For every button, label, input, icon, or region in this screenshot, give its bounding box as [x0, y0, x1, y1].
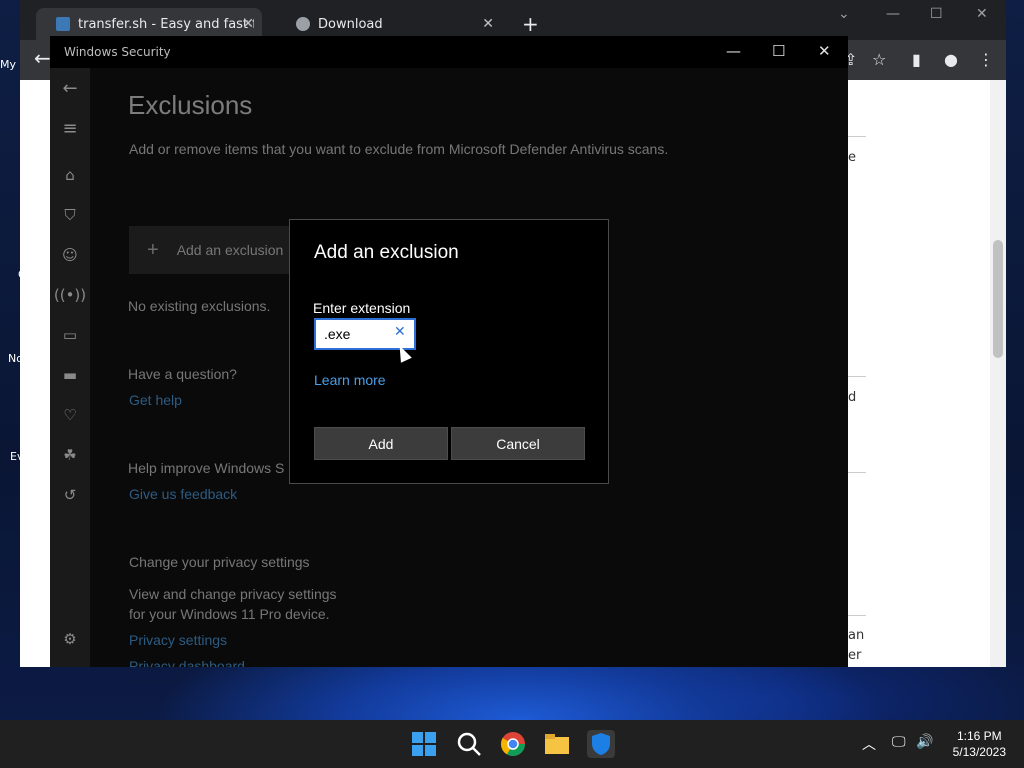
home-icon[interactable]: ⌂ — [50, 166, 90, 184]
close-tab-icon[interactable]: ✕ — [482, 16, 494, 32]
device-health-icon[interactable]: ♡ — [50, 406, 90, 424]
device-security-icon[interactable]: ▬ — [50, 366, 90, 384]
plus-icon: + — [147, 238, 159, 261]
transfer-favicon-icon — [56, 17, 70, 31]
scroll-thumb[interactable] — [993, 240, 1003, 358]
search-icon[interactable] — [455, 730, 483, 758]
page-divider — [846, 615, 866, 616]
page-text-fragment: an — [848, 628, 865, 643]
file-explorer-icon[interactable] — [543, 730, 571, 758]
chrome-tab-strip: transfer.sh - Easy and fast file sha ✕ D… — [20, 0, 1006, 40]
chevron-up-icon[interactable]: ︿ — [862, 734, 876, 754]
new-tab-icon[interactable]: + — [522, 12, 539, 36]
tab-search-chevron-icon[interactable]: ⌄ — [838, 6, 850, 22]
page-divider — [846, 376, 866, 377]
back-arrow-icon[interactable]: ← — [34, 46, 51, 70]
page-text-fragment: e — [848, 150, 856, 165]
minimize-icon[interactable]: — — [886, 6, 900, 22]
page-text-fragment: d — [848, 390, 857, 405]
extension-label: Enter extension — [313, 300, 411, 316]
windows-security-taskbar-icon[interactable] — [587, 730, 615, 758]
tab-title: Download — [318, 16, 383, 32]
privacy-description: View and change privacy settings — [129, 586, 337, 602]
app-browser-icon[interactable]: ▭ — [50, 326, 90, 344]
bookmark-star-icon[interactable]: ☆ — [872, 50, 886, 69]
feedback-link[interactable]: Give us feedback — [129, 486, 237, 502]
page-title: Exclusions — [128, 90, 253, 120]
cancel-button[interactable]: Cancel — [451, 427, 585, 460]
add-exclusion-dialog: Add an exclusion Enter extension ✕ Learn… — [289, 219, 609, 484]
taskbar: ︿ 🖵 🔊 1:16 PM 5/13/2023 — [0, 720, 1024, 768]
privacy-dashboard-link[interactable]: Privacy dashboard — [129, 658, 245, 667]
back-arrow-icon[interactable]: ← — [50, 78, 90, 99]
volume-icon[interactable]: 🔊 — [916, 734, 933, 750]
privacy-description: for your Windows 11 Pro device. — [129, 606, 330, 622]
account-icon[interactable]: ☺ — [50, 246, 90, 264]
navigation-rail: ← ≡ ⌂ ⛉ ☺ ((•)) ▭ ▬ ♡ ☘ ↺ ⚙ — [50, 68, 90, 667]
privacy-settings-link[interactable]: Privacy settings — [129, 632, 227, 648]
clock-date: 5/13/2023 — [952, 745, 1006, 759]
menu-dots-icon[interactable]: ⋮ — [978, 50, 994, 69]
close-icon[interactable]: ✕ — [818, 42, 831, 60]
desktop-icon-label[interactable]: My — [0, 58, 22, 71]
dialog-title: Add an exclusion — [314, 242, 459, 263]
no-exclusions-text: No existing exclusions. — [128, 298, 271, 314]
settings-gear-icon[interactable]: ⚙ — [50, 630, 90, 648]
maximize-icon[interactable]: ☐ — [930, 6, 943, 22]
privacy-heading: Change your privacy settings — [129, 554, 310, 570]
shield-icon[interactable]: ⛉ — [50, 206, 90, 224]
network-icon[interactable]: 🖵 — [892, 734, 906, 750]
family-options-icon[interactable]: ☘ — [50, 446, 90, 464]
page-divider — [846, 472, 866, 473]
profile-icon[interactable]: ● — [944, 50, 958, 69]
chrome-icon[interactable] — [499, 730, 527, 758]
page-scrollbar[interactable] — [990, 80, 1006, 667]
window-title: Windows Security — [64, 45, 171, 59]
question-heading: Have a question? — [128, 366, 237, 382]
maximize-icon[interactable]: ☐ — [772, 42, 785, 60]
learn-more-link[interactable]: Learn more — [314, 372, 386, 388]
clock[interactable]: 1:16 PM 5/13/2023 — [953, 728, 1006, 760]
page-description: Add or remove items that you want to exc… — [129, 141, 669, 157]
globe-icon — [296, 17, 310, 31]
clear-input-icon[interactable]: ✕ — [394, 324, 406, 340]
clock-time: 1:16 PM — [956, 729, 1002, 743]
add-exclusion-label: Add an exclusion — [176, 242, 284, 258]
get-help-link[interactable]: Get help — [129, 392, 182, 408]
hamburger-menu-icon[interactable]: ≡ — [50, 118, 90, 139]
firewall-network-icon[interactable]: ((•)) — [50, 286, 90, 304]
history-icon[interactable]: ↺ — [50, 486, 90, 504]
minimize-icon[interactable]: — — [726, 42, 741, 60]
add-button[interactable]: Add — [314, 427, 448, 460]
page-text-fragment: er — [848, 648, 862, 663]
page-divider — [846, 136, 866, 137]
close-tab-icon[interactable]: ✕ — [242, 16, 254, 32]
side-panel-icon[interactable]: ▮ — [912, 50, 921, 69]
start-windows-icon[interactable] — [410, 730, 438, 758]
tab-title: transfer.sh - Easy and fast file sha — [78, 16, 254, 32]
improve-heading: Help improve Windows S — [128, 460, 285, 476]
close-icon[interactable]: ✕ — [976, 6, 988, 22]
